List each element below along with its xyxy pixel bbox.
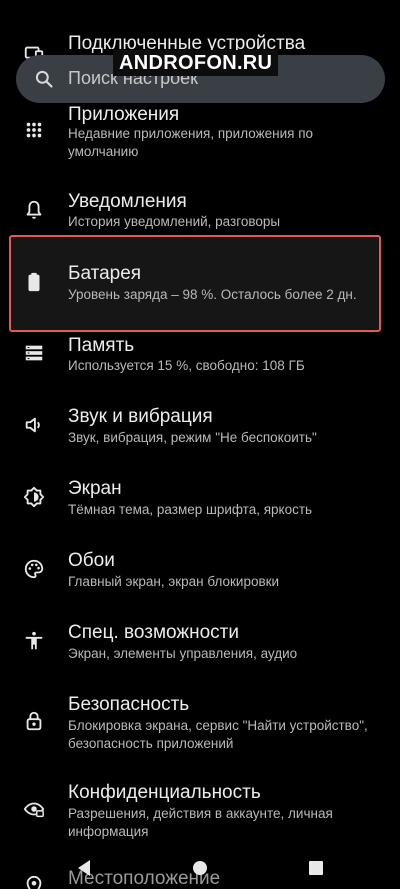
- settings-item-title: Экран: [68, 478, 122, 499]
- privacy-eye-icon: [22, 797, 46, 821]
- settings-item-title: Спец. возможности: [68, 622, 239, 643]
- recents-icon[interactable]: [306, 858, 326, 878]
- settings-list: Подключенные устройства Приложения Недав…: [0, 0, 400, 889]
- settings-item-subtitle: Недавние приложения, приложения по умолч…: [68, 126, 314, 159]
- storage-icon: [22, 341, 46, 365]
- display-brightness-icon: [22, 485, 46, 509]
- battery-icon: [22, 270, 46, 294]
- volume-icon: [22, 413, 46, 437]
- search-icon: [34, 69, 54, 89]
- accessibility-icon: [22, 629, 46, 653]
- palette-icon: [22, 557, 46, 581]
- bell-icon: [22, 198, 46, 222]
- settings-item-subtitle: Разрешения, действия в аккаунте, личная …: [68, 806, 333, 839]
- back-icon[interactable]: [74, 858, 94, 878]
- settings-item-security[interactable]: Безопасность Блокировка экрана, сервис "…: [0, 693, 400, 757]
- settings-item-notifications[interactable]: Уведомления История уведомлений, разгово…: [0, 188, 400, 238]
- settings-item-apps[interactable]: Приложения Недавние приложения, приложен…: [0, 100, 400, 164]
- settings-item-accessibility[interactable]: Спец. возможности Экран, элементы управл…: [0, 621, 400, 671]
- settings-item-wallpaper[interactable]: Обои Главный экран, экран блокировки: [0, 549, 400, 599]
- settings-item-subtitle: Тёмная тема, размер шрифта, яркость: [68, 502, 313, 517]
- settings-item-title: Приложения: [68, 104, 180, 125]
- settings-item-storage[interactable]: Память Используется 15 %, свободно: 108 …: [0, 333, 400, 383]
- settings-item-subtitle: История уведомлений, разговоры: [68, 214, 281, 229]
- settings-item-subtitle: Блокировка экрана, сервис "Найти устройс…: [68, 718, 368, 751]
- watermark-label: ANDROFON.RU: [113, 50, 279, 76]
- settings-item-title: Конфиденциальность: [68, 782, 261, 803]
- settings-item-title: Звук и вибрация: [68, 406, 213, 427]
- settings-item-title: Безопасность: [68, 694, 190, 715]
- settings-item-title: Уведомления: [68, 191, 187, 212]
- settings-item-title: Батарея: [68, 263, 142, 284]
- settings-item-privacy[interactable]: Конфиденциальность Разрешения, действия …: [0, 781, 400, 845]
- settings-item-display[interactable]: Экран Тёмная тема, размер шрифта, яркост…: [0, 477, 400, 527]
- settings-item-subtitle: Экран, элементы управления, аудио: [68, 646, 298, 661]
- settings-item-subtitle: Звук, вибрация, режим "Не беспокоить": [68, 430, 317, 445]
- settings-item-title: Память: [68, 335, 135, 356]
- home-icon[interactable]: [190, 858, 210, 878]
- settings-item-subtitle: Используется 15 %, свободно: 108 ГБ: [68, 358, 305, 373]
- lock-icon: [22, 709, 46, 733]
- navigation-bar: [0, 850, 400, 889]
- settings-item-battery[interactable]: Батарея Уровень заряда – 98 %. Осталось …: [0, 260, 400, 310]
- settings-item-subtitle: Главный экран, экран блокировки: [68, 574, 280, 589]
- settings-item-subtitle: Уровень заряда – 98 %. Осталось более 2 …: [68, 287, 357, 302]
- settings-item-title: Обои: [68, 550, 115, 571]
- settings-item-sound[interactable]: Звук и вибрация Звук, вибрация, режим "Н…: [0, 405, 400, 455]
- apps-grid-icon: [22, 118, 46, 142]
